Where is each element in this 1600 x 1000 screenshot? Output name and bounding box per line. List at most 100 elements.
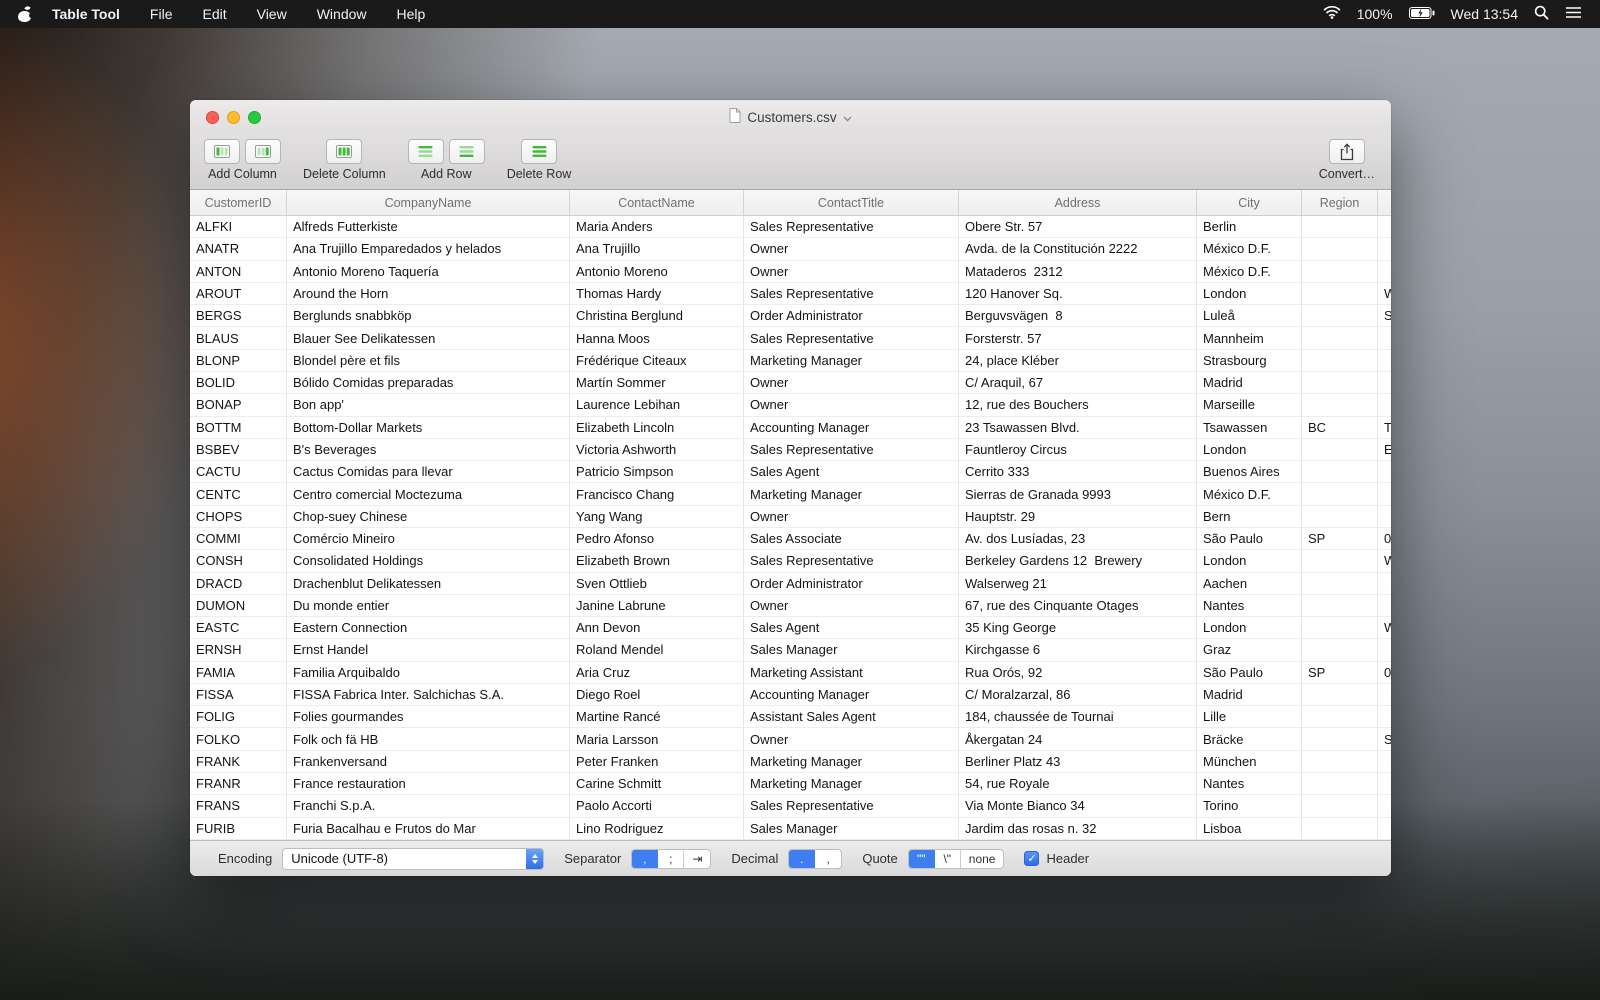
table-cell[interactable]: EC [1378, 439, 1391, 460]
table-cell[interactable]: Antonio Moreno [570, 260, 744, 282]
delete-column-button[interactable] [326, 139, 363, 164]
table-cell[interactable]: Owner [744, 260, 959, 282]
table-cell[interactable]: Obere Str. 57 [959, 216, 1197, 238]
table-cell[interactable]: Sales Representative [744, 438, 959, 461]
menu-clock[interactable]: Wed 13:54 [1451, 6, 1518, 22]
table-cell[interactable]: Owner [744, 371, 959, 394]
table-cell[interactable]: Antonio Moreno Taquería [287, 260, 570, 282]
table-cell[interactable]: Jardim das rosas n. 32 [959, 817, 1197, 839]
table-cell[interactable]: London [1197, 438, 1302, 461]
table-cell[interactable]: Bräcke [1197, 728, 1302, 750]
table-cell[interactable] [1302, 683, 1378, 706]
table-cell[interactable]: Martín Sommer [570, 371, 744, 394]
table-cell[interactable]: Maria Larsson [570, 728, 744, 750]
column-header[interactable]: CustomerID [190, 190, 287, 215]
table-cell[interactable] [1302, 238, 1378, 260]
table-cell[interactable]: Sales Manager [744, 639, 959, 661]
decimal-point-option[interactable]: . [789, 849, 816, 868]
convert-share-button[interactable] [1328, 139, 1365, 164]
table-cell[interactable]: Hauptstr. 29 [959, 505, 1197, 527]
table-cell[interactable]: 12, rue des Bouchers [959, 394, 1197, 416]
table-cell[interactable]: Carine Schmitt [570, 773, 744, 795]
table-cell[interactable]: Sierras de Granada 9993 [959, 483, 1197, 505]
table-cell[interactable]: Accounting Manager [744, 416, 959, 438]
table-cell[interactable]: FOLKO [190, 728, 287, 750]
table-cell[interactable]: Sales Manager [744, 817, 959, 839]
spotlight-search-icon[interactable] [1534, 5, 1549, 23]
table-cell[interactable]: Nantes [1197, 773, 1302, 795]
table-cell[interactable]: Hanna Moos [570, 327, 744, 349]
table-cell[interactable] [1378, 706, 1391, 727]
table-cell[interactable]: Comércio Mineiro [287, 527, 570, 550]
table-cell[interactable]: Cerrito 333 [959, 461, 1197, 483]
table-cell[interactable]: SP [1302, 661, 1378, 683]
table-cell[interactable] [1378, 595, 1391, 616]
table-cell[interactable]: Owner [744, 594, 959, 617]
table-cell[interactable]: BSBEV [190, 438, 287, 461]
table-cell[interactable]: Åkergatan 24 [959, 728, 1197, 750]
table-cell[interactable]: W [1378, 550, 1391, 571]
menu-list-icon[interactable] [1565, 6, 1582, 22]
table-cell[interactable]: Patricio Simpson [570, 461, 744, 483]
table-cell[interactable]: 05 [1378, 662, 1391, 683]
table-cell[interactable]: Berglunds snabbköp [287, 305, 570, 327]
table-cell[interactable]: Ana Trujillo Emparedados y helados [287, 238, 570, 260]
table-cell[interactable]: Laurence Lebihan [570, 394, 744, 416]
table-cell[interactable] [1302, 349, 1378, 371]
table-cell[interactable]: FAMIA [190, 661, 287, 683]
table-cell[interactable]: FISSA Fabrica Inter. Salchichas S.A. [287, 683, 570, 706]
table-cell[interactable] [1302, 795, 1378, 817]
battery-icon[interactable] [1408, 6, 1435, 22]
table-cell[interactable]: Strasbourg [1197, 349, 1302, 371]
table-cell[interactable]: ANTON [190, 260, 287, 282]
table-cell[interactable]: Blondel père et fils [287, 349, 570, 371]
minimize-button[interactable] [227, 110, 240, 124]
table-cell[interactable]: Chop-suey Chinese [287, 505, 570, 527]
zoom-button[interactable] [248, 110, 261, 124]
table-cell[interactable]: México D.F. [1197, 483, 1302, 505]
table-cell[interactable]: Roland Mendel [570, 639, 744, 661]
table-cell[interactable]: Luleå [1197, 305, 1302, 327]
table-cell[interactable]: DUMON [190, 594, 287, 617]
table-cell[interactable]: Graz [1197, 639, 1302, 661]
table-cell[interactable]: Avda. de la Constitución 2222 [959, 238, 1197, 260]
table-cell[interactable]: Frédérique Citeaux [570, 349, 744, 371]
battery-percentage[interactable]: 100% [1357, 6, 1393, 22]
table-cell[interactable]: Tsawassen [1197, 416, 1302, 438]
column-header[interactable]: CompanyName [287, 190, 570, 215]
table-cell[interactable]: Rua Orós, 92 [959, 661, 1197, 683]
close-button[interactable] [206, 110, 219, 124]
table-cell[interactable]: Order Administrator [744, 305, 959, 327]
column-header[interactable]: Address [959, 190, 1197, 215]
table-cell[interactable] [1302, 706, 1378, 728]
table-cell[interactable]: Bólido Comidas preparadas [287, 371, 570, 394]
table-cell[interactable]: C/ Moralzarzal, 86 [959, 683, 1197, 706]
table-cell[interactable]: FOLIG [190, 706, 287, 728]
table-cell[interactable]: Forsterstr. 57 [959, 327, 1197, 349]
table-cell[interactable]: Yang Wang [570, 505, 744, 527]
table-cell[interactable]: CONSH [190, 550, 287, 572]
table-cell[interactable]: DRACD [190, 572, 287, 594]
table-cell[interactable]: 120 Hanover Sq. [959, 282, 1197, 305]
column-header[interactable]: City [1197, 190, 1302, 215]
table-cell[interactable] [1302, 260, 1378, 282]
apple-menu-icon[interactable] [18, 5, 35, 22]
table-cell[interactable] [1378, 261, 1391, 282]
table-cell[interactable]: Furia Bacalhau e Frutos do Mar [287, 817, 570, 839]
table-cell[interactable]: 24, place Kléber [959, 349, 1197, 371]
table-cell[interactable]: Elizabeth Lincoln [570, 416, 744, 438]
table-cell[interactable]: São Paulo [1197, 527, 1302, 550]
table-cell[interactable]: Lille [1197, 706, 1302, 728]
table-cell[interactable]: Bon app' [287, 394, 570, 416]
table-cell[interactable]: Sales Agent [744, 617, 959, 639]
table-cell[interactable] [1378, 751, 1391, 772]
table-cell[interactable]: Marseille [1197, 394, 1302, 416]
table-cell[interactable] [1302, 327, 1378, 349]
table-cell[interactable] [1302, 438, 1378, 461]
table-cell[interactable]: Madrid [1197, 371, 1302, 394]
table-cell[interactable]: Martine Rancé [570, 706, 744, 728]
table-cell[interactable] [1378, 461, 1391, 482]
encoding-dropdown[interactable]: Unicode (UTF-8) [282, 847, 545, 870]
menu-edit[interactable]: Edit [202, 6, 226, 22]
table-cell[interactable]: Sven Ottlieb [570, 572, 744, 594]
